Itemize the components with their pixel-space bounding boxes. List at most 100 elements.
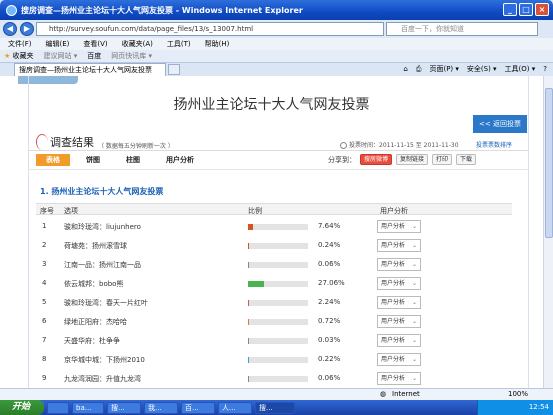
- ratio-fill: [248, 300, 250, 306]
- row-percent: 0.03%: [318, 336, 341, 344]
- user-analysis-dropdown[interactable]: 用户分析 ⌄: [377, 353, 421, 366]
- tab-table[interactable]: 表格: [36, 154, 70, 166]
- fav-suggested[interactable]: 建议网站 ▾: [44, 51, 78, 61]
- row-option: 京华城中城：下扬州2010: [64, 356, 145, 364]
- ratio-fill: [248, 338, 249, 344]
- ratio-bar: [248, 338, 308, 344]
- clock: 12:54: [528, 403, 549, 411]
- home-icon[interactable]: ⌂: [403, 63, 407, 76]
- search-input[interactable]: 百度一下，你就知道: [386, 22, 538, 36]
- row-option: 九龙湾润园：升值九龙湾: [64, 375, 141, 383]
- taskbar-item[interactable]: ba...: [72, 401, 104, 414]
- tab-pie[interactable]: 饼图: [76, 154, 110, 166]
- zone-label: Internet: [392, 390, 420, 398]
- taskbar: 开始 ba... 搜... 我... 百... 人... 搜... 12:54: [0, 400, 553, 415]
- view-tabs: 表格 饼图 柱图 用户分析: [36, 154, 204, 166]
- row-number: 4: [42, 279, 47, 287]
- row-option: 江南一品：扬州江南一品: [64, 261, 141, 269]
- row-number: 6: [42, 317, 47, 325]
- menu-tools[interactable]: 工具(T): [167, 39, 191, 49]
- chevron-down-icon: ⌄: [411, 299, 417, 306]
- chevron-down-icon: ⌄: [411, 280, 417, 287]
- minimize-button[interactable]: _: [503, 3, 517, 16]
- ratio-bar: [248, 319, 308, 325]
- scroll-thumb[interactable]: [545, 88, 553, 238]
- ratio-fill: [248, 281, 265, 287]
- user-analysis-dropdown[interactable]: 用户分析 ⌄: [377, 220, 421, 233]
- download-button[interactable]: 下载: [456, 154, 477, 165]
- zoom-level[interactable]: 100%: [508, 390, 528, 398]
- ratio-fill: [248, 243, 249, 249]
- menu-edit[interactable]: 编辑(E): [46, 39, 70, 49]
- table-row: 6 绿地正阳府：杰哈哈 0.72% 用户分析 ⌄: [36, 313, 512, 331]
- copy-link-button[interactable]: 复制链接: [396, 154, 429, 165]
- user-analysis-dropdown[interactable]: 用户分析 ⌄: [377, 277, 421, 290]
- user-analysis-dropdown[interactable]: 用户分析 ⌄: [377, 372, 421, 385]
- user-analysis-dropdown[interactable]: 用户分析 ⌄: [377, 258, 421, 271]
- user-analysis-dropdown[interactable]: 用户分析 ⌄: [377, 239, 421, 252]
- table-row: 4 依云城邦：bobo熊 27.06% 用户分析 ⌄: [36, 275, 512, 293]
- close-button[interactable]: ×: [535, 3, 549, 16]
- vertical-scrollbar[interactable]: [543, 76, 553, 388]
- taskbar-item[interactable]: 我...: [144, 401, 178, 414]
- print-icon[interactable]: ⎙: [416, 63, 422, 76]
- fav-webslice[interactable]: 网页快讯库 ▾: [111, 51, 152, 61]
- taskbar-item[interactable]: [47, 401, 69, 414]
- user-analysis-dropdown[interactable]: 用户分析 ⌄: [377, 296, 421, 309]
- row-number: 5: [42, 298, 47, 306]
- taskbar-item-active[interactable]: 搜...: [255, 401, 295, 414]
- content-border-left: [28, 76, 29, 388]
- row-percent: 7.64%: [318, 222, 341, 230]
- tab-active[interactable]: 搜房调查—扬州业主论坛十大人气网友投票: [14, 63, 166, 76]
- chevron-down-icon: ⌄: [411, 337, 417, 344]
- table-row: 3 江南一品：扬州江南一品 0.06% 用户分析 ⌄: [36, 256, 512, 274]
- star-icon: ★: [4, 52, 11, 60]
- ratio-fill: [248, 224, 253, 230]
- help-icon[interactable]: ?: [543, 63, 547, 76]
- row-number: 3: [42, 260, 47, 268]
- share-label: 分享到：: [328, 155, 356, 164]
- chevron-down-icon: ⌄: [411, 375, 417, 382]
- result-header: 调查结果 （ 数据每五分钟刷新一次 ）: [36, 134, 174, 150]
- user-analysis-dropdown[interactable]: 用户分析 ⌄: [377, 334, 421, 347]
- col-option: 选项: [64, 207, 78, 215]
- page-menu[interactable]: 页面(P) ▾: [429, 63, 458, 76]
- print-button[interactable]: 打印: [432, 154, 453, 165]
- maximize-button[interactable]: □: [519, 3, 533, 16]
- row-number: 7: [42, 336, 47, 344]
- globe-icon: ◍: [380, 390, 387, 398]
- address-bar: ◀ ▶ http://survey.soufun.com/data/page_f…: [0, 20, 553, 38]
- favorites-button[interactable]: ★ 收藏夹: [4, 51, 34, 61]
- tab-user-analysis[interactable]: 用户分析: [156, 154, 204, 166]
- taskbar-item[interactable]: 人...: [218, 401, 252, 414]
- start-button[interactable]: 开始: [0, 400, 44, 415]
- menu-file[interactable]: 文件(F): [8, 39, 32, 49]
- title-bar: 搜房调查—扬州业主论坛十大人气网友投票 - Windows Internet E…: [0, 0, 553, 20]
- share-weibo-button[interactable]: 搜房微博: [360, 154, 393, 165]
- result-icon: [36, 134, 48, 150]
- url-input[interactable]: http://survey.soufun.com/data/page_files…: [36, 22, 384, 36]
- table-row: 7 天盛华府：杜争争 0.03% 用户分析 ⌄: [36, 332, 512, 350]
- clock-icon: [340, 142, 347, 149]
- forward-icon[interactable]: ▶: [20, 22, 34, 36]
- taskbar-item[interactable]: 搜...: [107, 401, 141, 414]
- ratio-fill: [248, 357, 249, 363]
- row-option: 骏和玲珑湾：liujunhero: [64, 223, 141, 231]
- row-number: 9: [42, 374, 47, 382]
- taskbar-item[interactable]: 百...: [181, 401, 215, 414]
- row-option: 骏和玲珑湾：春天一片红叶: [64, 299, 148, 307]
- back-to-vote-button[interactable]: << 返回投票: [473, 115, 527, 133]
- new-tab-button[interactable]: [168, 64, 180, 75]
- tools-menu[interactable]: 工具(O) ▾: [505, 63, 536, 76]
- back-icon[interactable]: ◀: [3, 22, 17, 36]
- menu-help[interactable]: 帮助(H): [205, 39, 230, 49]
- row-option: 荷塘苑：扬州滚雪球: [64, 242, 127, 250]
- sort-link[interactable]: 投票票数排序: [476, 140, 512, 149]
- fav-baidu[interactable]: 百度: [87, 51, 101, 61]
- menu-view[interactable]: 查看(V): [83, 39, 107, 49]
- tab-bar-chart[interactable]: 柱图: [116, 154, 150, 166]
- user-analysis-dropdown[interactable]: 用户分析 ⌄: [377, 315, 421, 328]
- safety-menu[interactable]: 安全(S) ▾: [467, 63, 497, 76]
- row-percent: 0.24%: [318, 241, 341, 249]
- menu-favorites[interactable]: 收藏夹(A): [122, 39, 153, 49]
